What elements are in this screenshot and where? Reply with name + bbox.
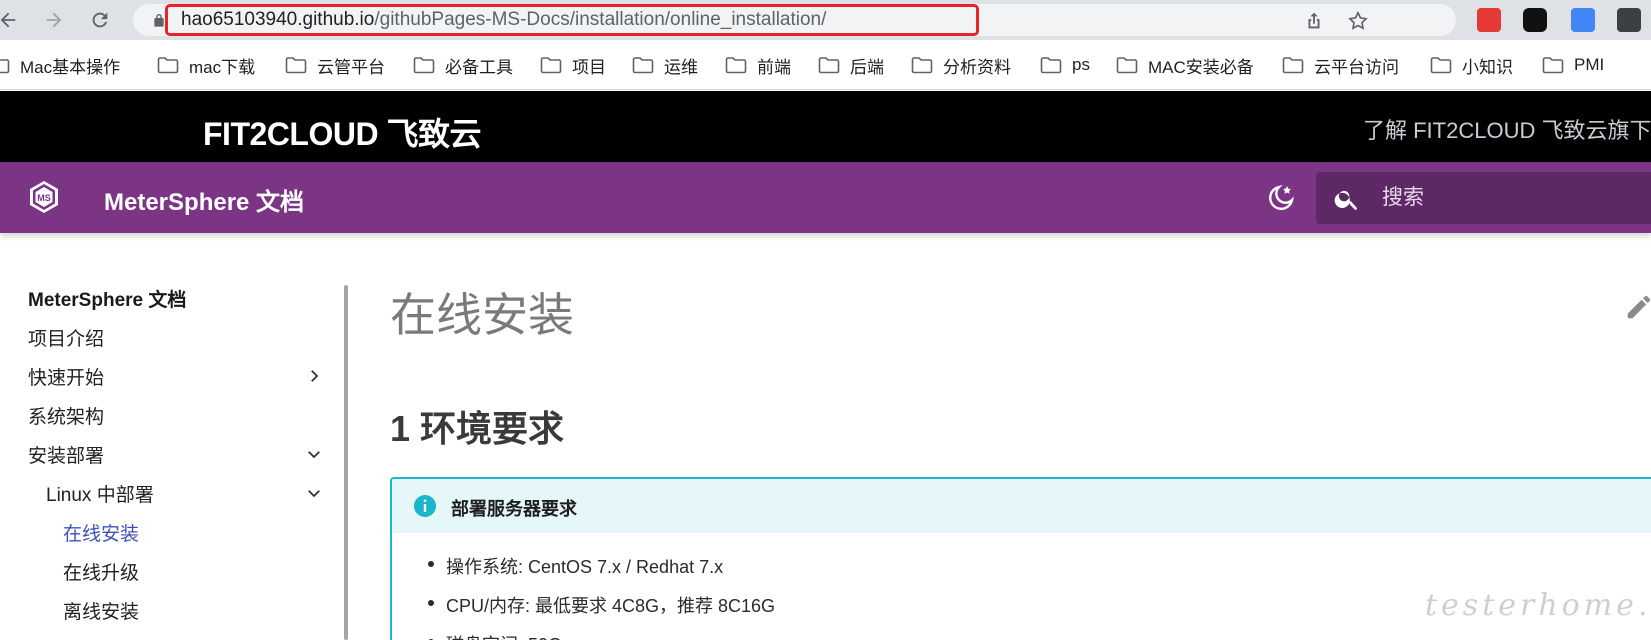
page-title: 在线安装 (390, 289, 574, 341)
dark-mode-toggle-icon[interactable] (1265, 182, 1297, 214)
bookmark-label: PMI (1574, 55, 1605, 74)
chevron-right-icon[interactable] (305, 367, 323, 385)
list-item: CPU/内存: 最低要求 4C8G，推荐 8C16G (428, 592, 775, 631)
sidebar-item-install[interactable]: 安装部署 (28, 441, 104, 468)
bookmark-label: MAC安装必备 (1148, 57, 1254, 77)
chevron-down-icon[interactable] (305, 484, 323, 502)
reload-icon (92, 12, 108, 28)
info-icon (414, 495, 436, 517)
admonition-title: 部署服务器要求 (451, 499, 577, 519)
bookmark-item[interactable]: 后端 (818, 53, 884, 77)
bookmark-item[interactable]: MAC安装必备 (1116, 53, 1254, 77)
bookmark-label: Mac基本操作 (20, 57, 121, 77)
folder-icon (725, 57, 747, 74)
section-heading: 1 环境要求 (390, 408, 565, 449)
bookmark-label: 前端 (757, 57, 791, 77)
search-input[interactable] (1382, 182, 1642, 214)
watermark: testerhome.com (1425, 588, 1651, 623)
folder-icon (157, 57, 179, 74)
extension-icon[interactable] (1523, 8, 1547, 32)
folder-icon (1542, 57, 1564, 74)
folder-icon (540, 57, 562, 74)
bookmark-item[interactable]: mac下载 (157, 53, 255, 77)
bookmark-label: mac下载 (189, 57, 256, 77)
sidebar-item-offline-install[interactable]: 离线安装 (63, 597, 139, 624)
dice-extension-icon[interactable] (1477, 8, 1501, 32)
reload-button[interactable] (86, 6, 114, 34)
forward-button[interactable] (40, 6, 68, 34)
bookmark-item[interactable]: 云管平台 (285, 53, 385, 77)
browser-toolbar: hao65103940.github.io/githubPages-MS-Doc… (0, 0, 1651, 40)
url-text[interactable]: hao65103940.github.io/githubPages-MS-Doc… (181, 9, 826, 31)
bookmark-label: ps (1072, 55, 1090, 74)
translate-extension-icon[interactable] (1571, 8, 1595, 32)
selenium-extension-icon[interactable] (1617, 8, 1641, 32)
list-item: 操作系统: CentOS 7.x / Redhat 7.x (428, 553, 775, 592)
address-bar[interactable]: hao65103940.github.io/githubPages-MS-Doc… (133, 4, 1456, 36)
sidebar-title[interactable]: MeterSphere 文档 (28, 285, 186, 312)
url-path: /githubPages-MS-Docs/installation/online… (374, 9, 827, 30)
back-button[interactable] (0, 6, 22, 34)
url-host: hao65103940.github.io (181, 9, 375, 30)
site-top-bar: FIT2CLOUD 飞致云 了解 FIT2CLOUD 飞致云旗下 (0, 91, 1651, 162)
metersphere-logo-icon[interactable]: MS (26, 179, 62, 215)
bookmark-label: 项目 (572, 57, 606, 77)
bookmark-label: 必备工具 (445, 57, 513, 77)
folder-icon (285, 57, 307, 74)
bookmark-item[interactable]: 运维 (632, 53, 698, 77)
folder-icon (1282, 57, 1304, 74)
folder-icon (1430, 57, 1452, 74)
list-item: 磁盘空间: 50G (428, 631, 775, 640)
bookmarks-bar: Mac基本操作 mac下载 云管平台 必备工具 项目 运维 前端 后端 分析资料 ps MAC安装必… (0, 40, 1651, 90)
bookmark-item[interactable]: 小知识 (1430, 53, 1513, 77)
bookmark-label: 分析资料 (943, 57, 1011, 77)
bookmark-item[interactable]: PMI (1542, 53, 1604, 77)
folder-icon (0, 59, 10, 74)
docs-header: MS MeterSphere 文档 (0, 162, 1651, 233)
bookmark-item[interactable]: ps (1040, 53, 1090, 77)
admonition-header: 部署服务器要求 (392, 479, 1651, 533)
sidebar-scrollbar[interactable] (344, 285, 348, 640)
sidebar-item-online-upgrade[interactable]: 在线升级 (63, 558, 139, 585)
bookmark-item[interactable]: 分析资料 (911, 53, 1011, 77)
bookmark-item[interactable]: Mac基本操作 (0, 53, 120, 77)
bookmark-star-icon[interactable] (1347, 10, 1369, 32)
share-icon[interactable] (1303, 10, 1325, 32)
folder-icon (632, 57, 654, 74)
sidebar-item-linux[interactable]: Linux 中部署 (46, 480, 154, 507)
edit-pencil-icon[interactable] (1624, 292, 1651, 322)
bookmark-label: 后端 (850, 57, 884, 77)
requirements-list: 操作系统: CentOS 7.x / Redhat 7.x CPU/内存: 最低… (428, 553, 775, 640)
bookmark-item[interactable]: 项目 (540, 53, 606, 77)
docs-title[interactable]: MeterSphere 文档 (104, 182, 304, 217)
docs-sidebar: MeterSphere 文档 项目介绍 快速开始 系统架构 安装部署 Linux… (0, 233, 350, 640)
bookmark-item[interactable]: 必备工具 (413, 53, 513, 77)
bookmark-item[interactable]: 云平台访问 (1282, 53, 1399, 77)
sidebar-item-intro[interactable]: 项目介绍 (28, 324, 104, 351)
folder-icon (1040, 57, 1062, 74)
folder-icon (911, 57, 933, 74)
sidebar-item-online-install[interactable]: 在线安装 (63, 519, 139, 546)
fit2cloud-logo[interactable]: FIT2CLOUD 飞致云 (203, 109, 481, 155)
search-box[interactable] (1316, 172, 1651, 224)
arrow-left-icon (0, 12, 16, 28)
search-icon (1334, 190, 1358, 211)
folder-icon (1116, 57, 1138, 74)
arrow-right-icon (46, 12, 62, 28)
bookmark-label: 运维 (664, 57, 698, 77)
bookmark-label: 小知识 (1462, 57, 1513, 77)
chevron-down-icon[interactable] (305, 445, 323, 463)
bookmark-label: 云平台访问 (1314, 57, 1399, 77)
bookmark-item[interactable]: 前端 (725, 53, 791, 77)
svg-text:MS: MS (37, 193, 51, 203)
bookmark-label: 云管平台 (317, 57, 385, 77)
sidebar-item-quickstart[interactable]: 快速开始 (28, 363, 104, 390)
sidebar-item-architecture[interactable]: 系统架构 (28, 402, 104, 429)
folder-icon (818, 57, 840, 74)
folder-icon (413, 57, 435, 74)
about-link[interactable]: 了解 FIT2CLOUD 飞致云旗下 (1363, 113, 1651, 145)
